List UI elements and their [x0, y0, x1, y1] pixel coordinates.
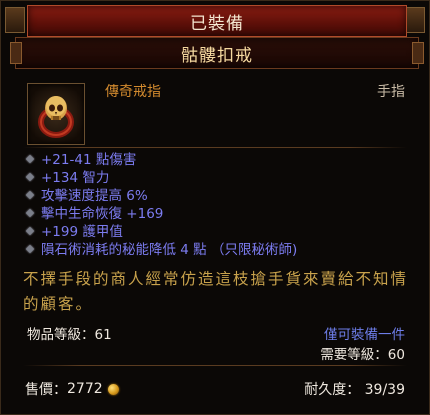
bullet-icon [25, 190, 35, 200]
frame-corner-right [405, 7, 425, 33]
bullet-icon [25, 208, 35, 218]
stat-meteor-cost: 隕石術消耗的秘能降低 4 點 （只限秘術師) [23, 241, 297, 259]
bullet-icon [25, 154, 35, 164]
equipped-status: 已裝備 [190, 13, 244, 34]
item-type: 傳奇戒指 [105, 84, 161, 100]
flavor-text: 不擇手段的商人經常仿造這枝搶手貨來賣給不知情的顧客。 [23, 270, 409, 313]
item-name-bar: 骷髏扣戒 [10, 37, 424, 69]
durability: 耐久度： 39/39 [304, 382, 405, 398]
bullet-icon [25, 244, 35, 254]
stat-damage: +21-41 點傷害 [23, 151, 297, 169]
stat-intelligence: +134 智力 [23, 169, 297, 187]
sell-price: 售價： 2772 [25, 379, 119, 399]
stat-attack-speed: 攻擊速度提高 6% [23, 187, 297, 205]
equipped-status-bar: 已裝備 [27, 5, 407, 37]
item-name: 骷髏扣戒 [181, 45, 253, 66]
sell-price-label: 售價： [25, 382, 67, 398]
bullet-icon [25, 172, 35, 182]
required-level: 需要等級：60 [320, 347, 405, 363]
sell-price-value: 2772 [67, 381, 103, 397]
bullet-icon [25, 226, 35, 236]
stat-life-on-hit: 擊中生命恢復 +169 [23, 205, 297, 223]
skull-ring-icon [27, 83, 85, 145]
unique-equipped-notice: 僅可裝備一件 [324, 327, 405, 343]
frame-corner-left [5, 7, 25, 33]
stat-list: +21-41 點傷害 +134 智力 攻擊速度提高 6% 擊中生命恢復 +169… [23, 151, 297, 259]
gold-coin-icon [107, 383, 119, 395]
stat-armor: +199 護甲值 [23, 223, 297, 241]
divider [23, 147, 407, 148]
item-slot: 手指 [377, 84, 405, 100]
item-tooltip: 已裝備 骷髏扣戒 傳奇戒指 手指 +21-41 點傷害 +134 智力 攻擊速度… [0, 0, 430, 415]
divider [23, 365, 407, 366]
item-level: 物品等級：61 [27, 327, 112, 343]
